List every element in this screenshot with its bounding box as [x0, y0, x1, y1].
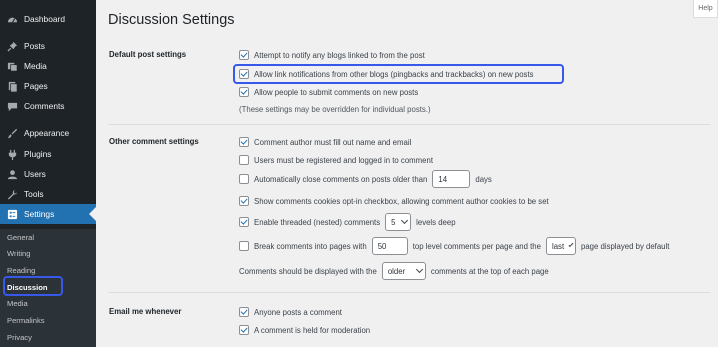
paged-comments-checkbox[interactable] — [239, 241, 249, 251]
option-label: Comments should be displayed with the — [239, 266, 377, 276]
submenu-item-writing[interactable]: Writing — [0, 245, 96, 261]
option-suffix: comments at the top of each page — [430, 266, 549, 276]
email-me-whenever-label: Email me whenever — [109, 307, 182, 316]
sidebar-item-users[interactable]: Users — [0, 164, 96, 184]
paged-comments-option[interactable]: Break comments into pages with 50 top le… — [239, 237, 669, 255]
allow-comments-option[interactable]: Allow people to submit comments on new p… — [239, 87, 418, 97]
default-page-select[interactable]: last — [545, 237, 576, 255]
sidebar-item-label: Tools — [24, 189, 44, 199]
sidebar-item-label: Dashboard — [24, 14, 65, 24]
pin-icon — [6, 40, 18, 52]
settings-icon — [6, 208, 18, 220]
notify-blogs-checkbox[interactable] — [239, 50, 249, 60]
auto-close-option[interactable]: Automatically close comments on posts ol… — [239, 170, 492, 188]
section-divider — [108, 124, 710, 125]
sidebar-item-posts[interactable]: Posts — [0, 36, 96, 56]
sidebar-item-label: Pages — [24, 81, 48, 91]
sidebar-item-label: Media — [24, 61, 47, 71]
sidebar-item-comments[interactable]: Comments — [0, 96, 96, 116]
option-label: Users must be registered and logged in t… — [254, 155, 433, 165]
chevron-down-icon — [415, 265, 423, 274]
cookies-checkbox[interactable] — [239, 196, 249, 206]
override-note: (These settings may be overridden for in… — [239, 105, 431, 114]
email-moderation-option[interactable]: A comment is held for moderation — [239, 325, 370, 335]
option-label: Comment author must fill out name and em… — [254, 137, 412, 147]
section-divider — [108, 292, 710, 293]
select-value: older — [387, 266, 406, 276]
wrench-icon — [6, 188, 18, 200]
email-new-comment-option[interactable]: Anyone posts a comment — [239, 307, 342, 317]
sidebar-item-label: Users — [24, 169, 46, 179]
discussion-highlight-box — [3, 276, 63, 296]
option-middle: top level comments per page and the — [412, 241, 541, 251]
sidebar-item-settings[interactable]: Settings — [0, 204, 96, 224]
sidebar-item-plugins[interactable]: Plugins — [0, 144, 96, 164]
sidebar-item-label: Plugins — [24, 149, 52, 159]
sidebar-item-label: Appearance — [24, 128, 70, 138]
sidebar-item-label: Settings — [24, 209, 55, 219]
comments-icon — [6, 100, 18, 112]
option-suffix: levels deep — [416, 217, 456, 227]
comment-order-option: Comments should be displayed with the ol… — [239, 262, 549, 280]
option-label: Anyone posts a comment — [254, 307, 342, 317]
registered-checkbox[interactable] — [239, 155, 249, 165]
threaded-checkbox[interactable] — [239, 217, 249, 227]
notify-blogs-option[interactable]: Attempt to notify any blogs linked to fr… — [239, 50, 425, 60]
comments-per-page-input[interactable]: 50 — [371, 237, 408, 255]
chevron-down-icon — [568, 242, 574, 247]
option-label: Automatically close comments on posts ol… — [254, 174, 428, 184]
option-suffix: page displayed by default — [580, 241, 670, 251]
submenu-item-privacy[interactable]: Privacy — [0, 329, 96, 345]
sidebar-item-tools[interactable]: Tools — [0, 184, 96, 204]
sidebar-item-appearance[interactable]: Appearance — [0, 123, 96, 143]
media-icon — [6, 60, 18, 72]
other-comment-settings-label: Other comment settings — [109, 137, 199, 146]
user-icon — [6, 168, 18, 180]
email-new-comment-checkbox[interactable] — [239, 307, 249, 317]
select-value: 5 — [391, 217, 396, 227]
author-info-option[interactable]: Comment author must fill out name and em… — [239, 137, 411, 147]
chevron-down-icon — [401, 216, 409, 225]
sidebar-item-media[interactable]: Media — [0, 56, 96, 76]
brush-icon — [6, 127, 18, 139]
default-post-settings-label: Default post settings — [109, 50, 187, 59]
thread-depth-select[interactable]: 5 — [385, 213, 412, 231]
plug-icon — [6, 148, 18, 160]
select-value: last — [551, 241, 565, 251]
option-label: Attempt to notify any blogs linked to fr… — [254, 50, 425, 60]
pages-icon — [6, 80, 18, 92]
sidebar-item-dashboard[interactable]: Dashboard — [0, 9, 96, 29]
cookies-option[interactable]: Show comments cookies opt-in checkbox, a… — [239, 196, 549, 206]
pingbacks-highlight-box — [233, 64, 564, 84]
sidebar-item-label: Comments — [24, 101, 65, 111]
option-label: Enable threaded (nested) comments — [254, 217, 381, 227]
sidebar-item-label: Posts — [24, 41, 45, 51]
submenu-item-media[interactable]: Media — [0, 295, 96, 311]
option-label: Allow people to submit comments on new p… — [254, 87, 419, 97]
threaded-option[interactable]: Enable threaded (nested) comments 5 leve… — [239, 213, 456, 231]
allow-comments-checkbox[interactable] — [239, 87, 249, 97]
option-label: Show comments cookies opt-in checkbox, a… — [254, 196, 549, 206]
author-info-checkbox[interactable] — [239, 137, 249, 147]
option-label: A comment is held for moderation — [254, 325, 371, 335]
auto-close-checkbox[interactable] — [239, 174, 249, 184]
option-label: Break comments into pages with — [254, 241, 367, 251]
dashboard-icon — [6, 13, 18, 25]
registered-option[interactable]: Users must be registered and logged in t… — [239, 155, 433, 165]
help-tab-button[interactable]: Help — [693, 0, 718, 18]
comment-order-select[interactable]: older — [381, 262, 426, 280]
submenu-item-permalinks[interactable]: Permalinks — [0, 312, 96, 328]
page-title: Discussion Settings — [108, 12, 235, 28]
close-days-input[interactable]: 14 — [432, 170, 471, 188]
option-suffix: days — [475, 174, 492, 184]
sidebar-item-pages[interactable]: Pages — [0, 76, 96, 96]
submenu-item-general[interactable]: General — [0, 229, 96, 245]
email-moderation-checkbox[interactable] — [239, 325, 249, 335]
